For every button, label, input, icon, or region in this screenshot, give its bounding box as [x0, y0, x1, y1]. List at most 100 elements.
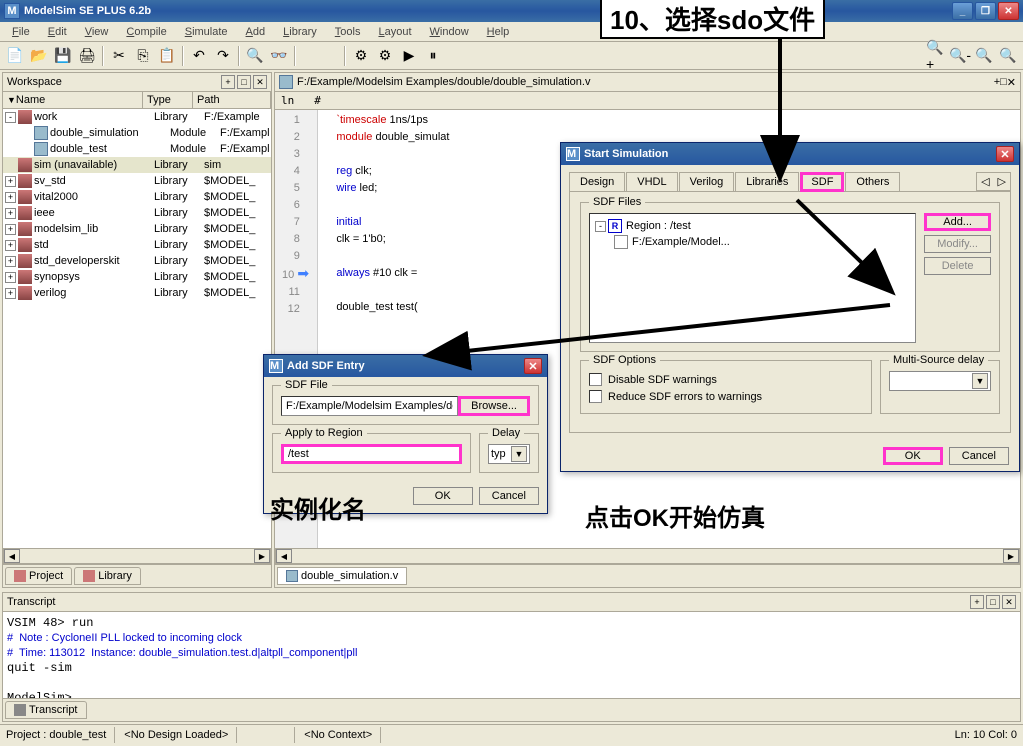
paste-icon[interactable]: 📋 — [156, 45, 178, 67]
transcript-undock-icon[interactable]: □ — [986, 595, 1000, 609]
tab-project[interactable]: Project — [5, 567, 72, 585]
delay-dropdown[interactable]: typ▼ — [488, 444, 530, 464]
start-sim-close-icon[interactable]: ✕ — [996, 146, 1014, 162]
transcript-title: Transcript — [7, 596, 968, 608]
zoom-out-icon[interactable]: 🔍- — [949, 45, 971, 67]
sdf-file-input[interactable] — [281, 396, 458, 416]
menubar: FileEditViewCompileSimulateAddLibraryToo… — [0, 22, 1023, 42]
tree-header: ▼Name Type Path — [3, 92, 271, 109]
tree-row-work[interactable]: -workLibraryF:/Example — [3, 109, 271, 125]
print-icon[interactable]: 🖨 — [76, 45, 98, 67]
tab-sdf[interactable]: SDF — [800, 172, 844, 192]
tree-row-std-developerskit[interactable]: +std_developerskitLibrary$MODEL_ — [3, 253, 271, 269]
new-icon[interactable]: 📄 — [4, 45, 26, 67]
tab-prev-icon[interactable]: ◁ — [977, 173, 993, 190]
add-sdf-cancel-button[interactable]: Cancel — [479, 487, 539, 505]
delay-label: Delay — [488, 427, 524, 439]
tree-row-ieee[interactable]: +ieeeLibrary$MODEL_ — [3, 205, 271, 221]
tree-row-vital2000[interactable]: +vital2000Library$MODEL_ — [3, 189, 271, 205]
zoom-other-icon[interactable]: 🔍 — [997, 45, 1019, 67]
zoom-full-icon[interactable]: 🔍 — [973, 45, 995, 67]
menu-tools[interactable]: Tools — [327, 24, 369, 40]
tab-library[interactable]: Library — [74, 567, 141, 585]
tree-row-modelsim-lib[interactable]: +modelsim_libLibrary$MODEL_ — [3, 221, 271, 237]
binoculars-icon[interactable]: 👓 — [268, 45, 290, 67]
tree-row-double-simulation[interactable]: double_simulationModuleF:/Example — [3, 125, 271, 141]
menu-compile[interactable]: Compile — [118, 24, 174, 40]
delete-button[interactable]: Delete — [924, 257, 991, 275]
start-simulation-dialog: M Start Simulation ✕ DesignVHDLVerilogLi… — [560, 142, 1020, 472]
menu-file[interactable]: File — [4, 24, 38, 40]
save-icon[interactable]: 💾 — [52, 45, 74, 67]
add-sdf-title: Add SDF Entry — [287, 360, 365, 372]
menu-add[interactable]: Add — [238, 24, 274, 40]
cut-icon[interactable]: ✂ — [108, 45, 130, 67]
tree-row-sim--unavailable-[interactable]: sim (unavailable)Librarysim — [3, 157, 271, 173]
workspace-hscroll[interactable]: ◀▶ — [3, 548, 271, 564]
workspace-tree[interactable]: -workLibraryF:/Exampledouble_simulationM… — [3, 109, 271, 548]
status-design: <No Design Loaded> — [124, 729, 228, 741]
close-button[interactable]: ✕ — [998, 2, 1019, 20]
minimize-button[interactable]: _ — [952, 2, 973, 20]
copy-icon[interactable]: ⎘ — [132, 45, 154, 67]
find-icon[interactable]: 🔍 — [244, 45, 266, 67]
menu-layout[interactable]: Layout — [370, 24, 419, 40]
menu-library[interactable]: Library — [275, 24, 325, 40]
tab-vhdl[interactable]: VHDL — [626, 172, 677, 191]
menu-simulate[interactable]: Simulate — [177, 24, 236, 40]
transcript-close-icon[interactable]: ✕ — [1002, 595, 1016, 609]
app-icon: M — [4, 3, 20, 19]
add-sdf-ok-button[interactable]: OK — [413, 487, 473, 505]
break-icon[interactable]: ⏸ — [422, 45, 444, 67]
tree-row-sv-std[interactable]: +sv_stdLibrary$MODEL_ — [3, 173, 271, 189]
editor-hscroll[interactable]: ◀▶ — [275, 548, 1020, 564]
transcript-text[interactable]: VSIM 48> run # Note : CycloneII PLL lock… — [3, 612, 1020, 698]
hash-header: # — [314, 94, 321, 107]
editor-file-tab[interactable]: double_simulation.v — [277, 567, 407, 585]
editor-filepath: F:/Example/Modelsim Examples/double/doub… — [297, 76, 590, 88]
tab-design[interactable]: Design — [569, 172, 625, 191]
add-button[interactable]: Add... — [924, 213, 991, 231]
menu-window[interactable]: Window — [422, 24, 477, 40]
maximize-button[interactable]: ❐ — [975, 2, 996, 20]
browse-button[interactable]: Browse... — [458, 396, 530, 416]
modify-button[interactable]: Modify... — [924, 235, 991, 253]
menu-view[interactable]: View — [77, 24, 117, 40]
compile-all-icon[interactable]: ⚙ — [374, 45, 396, 67]
transcript-tab[interactable]: Transcript — [5, 701, 87, 719]
undo-icon[interactable]: ↶ — [188, 45, 210, 67]
sdf-files-tree[interactable]: -RRegion : /test F:/Example/Model... — [589, 213, 916, 343]
editor-close-icon[interactable]: ✕ — [1007, 76, 1016, 89]
multi-source-label: Multi-Source delay — [889, 354, 988, 366]
multi-source-dropdown[interactable]: ▼ — [889, 371, 991, 391]
redo-icon[interactable]: ↷ — [212, 45, 234, 67]
ln-header: ln — [281, 94, 294, 107]
tree-row-double-test[interactable]: double_testModuleF:/Example — [3, 141, 271, 157]
tab-libraries[interactable]: Libraries — [735, 172, 799, 191]
reduce-sdf-errors-checkbox[interactable] — [589, 390, 602, 403]
tab-verilog[interactable]: Verilog — [679, 172, 735, 191]
apply-region-input[interactable] — [281, 444, 462, 464]
add-sdf-close-icon[interactable]: ✕ — [524, 358, 542, 374]
tab-others[interactable]: Others — [845, 172, 900, 191]
workspace-undock-icon[interactable]: □ — [237, 75, 251, 89]
start-sim-ok-button[interactable]: OK — [883, 447, 943, 465]
tree-row-std[interactable]: +stdLibrary$MODEL_ — [3, 237, 271, 253]
tree-row-synopsys[interactable]: +synopsysLibrary$MODEL_ — [3, 269, 271, 285]
compile-icon[interactable]: ⚙ — [350, 45, 372, 67]
menu-help[interactable]: Help — [479, 24, 518, 40]
disable-sdf-warnings-checkbox[interactable] — [589, 373, 602, 386]
tree-row-verilog[interactable]: +verilogLibrary$MODEL_ — [3, 285, 271, 301]
start-sim-cancel-button[interactable]: Cancel — [949, 447, 1009, 465]
simulate-icon[interactable]: ▶ — [398, 45, 420, 67]
status-context: <No Context> — [304, 729, 372, 741]
editor-undock-icon[interactable]: □ — [1000, 76, 1007, 88]
start-sim-tabs: DesignVHDLVerilogLibrariesSDFOthers ◁▷ — [561, 165, 1019, 191]
transcript-add-icon[interactable]: + — [970, 595, 984, 609]
tab-next-icon[interactable]: ▷ — [994, 173, 1010, 190]
workspace-add-icon[interactable]: + — [221, 75, 235, 89]
open-icon[interactable]: 📂 — [28, 45, 50, 67]
zoom-in-icon[interactable]: 🔍+ — [925, 45, 947, 67]
menu-edit[interactable]: Edit — [40, 24, 75, 40]
workspace-close-icon[interactable]: ✕ — [253, 75, 267, 89]
